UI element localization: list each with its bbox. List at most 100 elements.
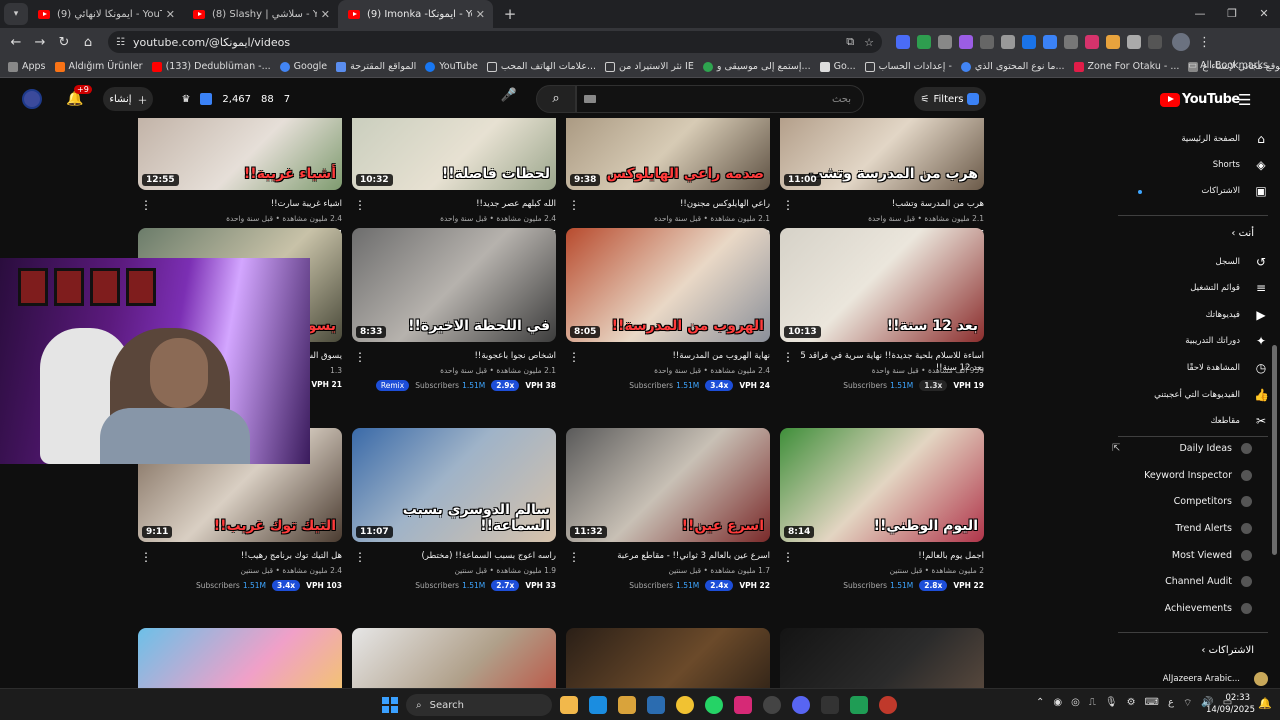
video-card[interactable]: اسرع عين!! 11:32 ⋮ اسرع عين بالعالم 3 ثواني…: [566, 428, 770, 614]
tab-search-button[interactable]: ▾: [4, 3, 28, 25]
extension-icon[interactable]: [938, 35, 952, 49]
video-title[interactable]: اشياء غريبة سارت!!: [152, 198, 342, 210]
video-title[interactable]: هل التيك توك برنامج رهيب!!: [152, 550, 342, 562]
reload-icon[interactable]: ↻: [52, 35, 76, 50]
more-actions-icon[interactable]: ⋮: [140, 198, 152, 212]
bookmark-item[interactable]: إعدادات الحساب -: [864, 61, 952, 72]
video-card[interactable]: سالم الدوسري بسبب السماعة!! 11:07 ⋮ راسه اع…: [352, 428, 556, 614]
sidebar-item-shorts[interactable]: Shorts ◈: [1118, 152, 1268, 178]
video-card[interactable]: [566, 628, 770, 688]
video-card[interactable]: اليوم الوطني!! 8:14 ⋮ اجمل يوم بالعالم!! 2 م…: [780, 428, 984, 614]
video-card[interactable]: مزرعة السلايم: [138, 628, 342, 688]
sidebar-item-home[interactable]: الصفحة الرئيسية ⌂: [1118, 126, 1268, 152]
whatsapp-icon[interactable]: [705, 696, 723, 714]
reading-list-icon[interactable]: [1148, 35, 1162, 49]
bookmark-item[interactable]: علامات الهاتف المحب...: [486, 61, 596, 72]
vidiq-most-viewed[interactable]: Most Viewed: [1092, 542, 1252, 568]
store-icon[interactable]: [618, 696, 636, 714]
sidebar-item-liked-videos[interactable]: الفيديوهات التي أعجبتني 👍: [1118, 382, 1269, 408]
video-thumbnail[interactable]: بعد 12 سنة!! 10:13: [780, 228, 984, 342]
bookmark-item[interactable]: Google: [279, 61, 327, 72]
tray-app-icon[interactable]: ◎: [1071, 697, 1080, 710]
taskbar-search[interactable]: ⌕ Search: [406, 694, 552, 716]
discord-icon[interactable]: [792, 696, 810, 714]
bookmark-item[interactable]: إستمع إلى موسيقى و...: [702, 61, 811, 72]
video-thumbnail[interactable]: في اللحظة الاخيرة!! 8:33: [352, 228, 556, 342]
account-avatar[interactable]: [22, 89, 42, 109]
video-thumbnail[interactable]: صدمه راعي الهايلوكس 9:38: [566, 118, 770, 190]
video-thumbnail[interactable]: [352, 628, 556, 688]
translate-extension-icon[interactable]: [896, 35, 910, 49]
sidebar-item-watch-later[interactable]: المشاهدة لاحقًا ◷: [1118, 355, 1268, 381]
notifications-center-icon[interactable]: 🔔: [1258, 697, 1272, 710]
video-card[interactable]: في اللحظة الاخيرة!! 8:33 ⋮ اشخاص نجوا باعجو…: [352, 228, 556, 414]
more-actions-icon[interactable]: ⋮: [354, 350, 366, 364]
video-title[interactable]: راسه اعوج بسبب السماعة!! (مختطر): [366, 550, 556, 562]
video-thumbnail[interactable]: [566, 628, 770, 688]
sidebar-item-your-videos[interactable]: فيديوهاتك ▶: [1118, 302, 1268, 328]
microphone-icon[interactable]: 🎙: [1105, 697, 1118, 710]
vidiq-competitors[interactable]: Competitors: [1092, 488, 1252, 514]
chrome-icon[interactable]: [676, 696, 694, 714]
video-thumbnail[interactable]: اسرع عين!! 11:32: [566, 428, 770, 542]
bookmark-star-icon[interactable]: ☆: [864, 36, 874, 49]
search-input[interactable]: [576, 85, 864, 113]
video-card[interactable]: [780, 628, 984, 688]
home-browser-icon[interactable]: ⌂: [76, 35, 100, 50]
more-actions-icon[interactable]: ⋮: [568, 550, 580, 564]
video-thumbnail[interactable]: لحظات فاصلة!! 10:32: [352, 118, 556, 190]
usb-icon[interactable]: ⎍: [1089, 697, 1096, 710]
close-window-icon[interactable]: ✕: [1248, 0, 1280, 28]
video-thumbnail[interactable]: الهروب من المدرسة!! 8:05: [566, 228, 770, 342]
browser-tab-2[interactable]: (8) Slashy | سلاشي - YouTube ✕: [183, 0, 338, 28]
browser-tab-1[interactable]: (9) ايمونكا لانهائي - YouTube A I ✕: [28, 0, 183, 28]
vidiq-keyword-inspector[interactable]: Keyword Inspector: [1092, 462, 1252, 488]
sidebar-item-courses[interactable]: دوراتك التدريبية ✦: [1118, 328, 1268, 354]
app-icon[interactable]: [850, 696, 868, 714]
video-thumbnail[interactable]: اليوم الوطني!! 8:14: [780, 428, 984, 542]
bookmark-item[interactable]: (133) Dedublüman -...: [151, 61, 271, 72]
outlook-icon[interactable]: [647, 696, 665, 714]
video-title[interactable]: راعي الهايلوكس مجنون!!: [580, 198, 770, 210]
bookmark-item[interactable]: Go...: [819, 61, 856, 72]
wifi-icon[interactable]: ⌔: [1183, 697, 1192, 710]
sidebar-heading-subscriptions[interactable]: الاشتراكات ›: [1201, 645, 1254, 656]
windows-start-icon[interactable]: [382, 697, 398, 713]
extension-icon[interactable]: [1106, 35, 1120, 49]
bookmark-item[interactable]: Aldığım Ürünler: [54, 61, 143, 72]
back-icon[interactable]: ←: [4, 35, 28, 50]
bookmark-apps[interactable]: Apps: [8, 61, 46, 72]
extension-icon[interactable]: [1064, 35, 1078, 49]
app-icon[interactable]: [763, 696, 781, 714]
taskbar-clock[interactable]: 02:33 14/09/2025: [1206, 692, 1255, 716]
vidiq-achievements[interactable]: Achievements: [1092, 595, 1252, 621]
video-card[interactable]: الهروب من المدرسة!! 8:05 ⋮ نهاية الهروب من …: [566, 228, 770, 414]
keyboard-icon[interactable]: [584, 95, 596, 103]
instagram-icon[interactable]: [734, 696, 752, 714]
video-card[interactable]: بعد 12 سنة!! 10:13 ⋮ اساءة للاسلام بلحية جد…: [780, 228, 984, 414]
extension-icon[interactable]: [917, 35, 931, 49]
close-tab-icon[interactable]: ✕: [321, 8, 330, 21]
video-title[interactable]: هرب من المدرسة وتشب!: [794, 198, 984, 210]
extension-icon[interactable]: [980, 35, 994, 49]
voice-search-icon[interactable]: 🎤: [498, 88, 520, 110]
tray-app-icon[interactable]: ◉: [1053, 697, 1062, 710]
keyboard-layout-icon[interactable]: ⌨: [1145, 697, 1159, 710]
maximize-icon[interactable]: ❐: [1216, 0, 1248, 28]
bookmark-item[interactable]: Zone For Otaku - ...: [1073, 61, 1179, 72]
extension-icon[interactable]: [959, 35, 973, 49]
bookmark-item[interactable]: المواقع المقترحة: [336, 61, 416, 72]
more-actions-icon[interactable]: ⋮: [354, 550, 366, 564]
extensions-puzzle-icon[interactable]: [1127, 35, 1141, 49]
file-explorer-icon[interactable]: [560, 696, 578, 714]
extension-icon[interactable]: [1085, 35, 1099, 49]
browser-tab-3-active[interactable]: (9) Imonka -ايمونكا - YouTube ✕: [338, 0, 493, 28]
sidebar-item-clips[interactable]: مقاطعك ✂: [1118, 408, 1268, 434]
profile-avatar[interactable]: [1172, 33, 1190, 51]
vidiq-filters-button[interactable]: ⚟ Filters: [914, 87, 986, 111]
more-actions-icon[interactable]: ⋮: [568, 198, 580, 212]
video-card[interactable]: [352, 628, 556, 688]
close-tab-icon[interactable]: ✕: [476, 8, 485, 21]
tray-app-icon[interactable]: ⚙: [1127, 697, 1136, 710]
video-thumbnail[interactable]: مزرعة السلايم: [138, 628, 342, 688]
